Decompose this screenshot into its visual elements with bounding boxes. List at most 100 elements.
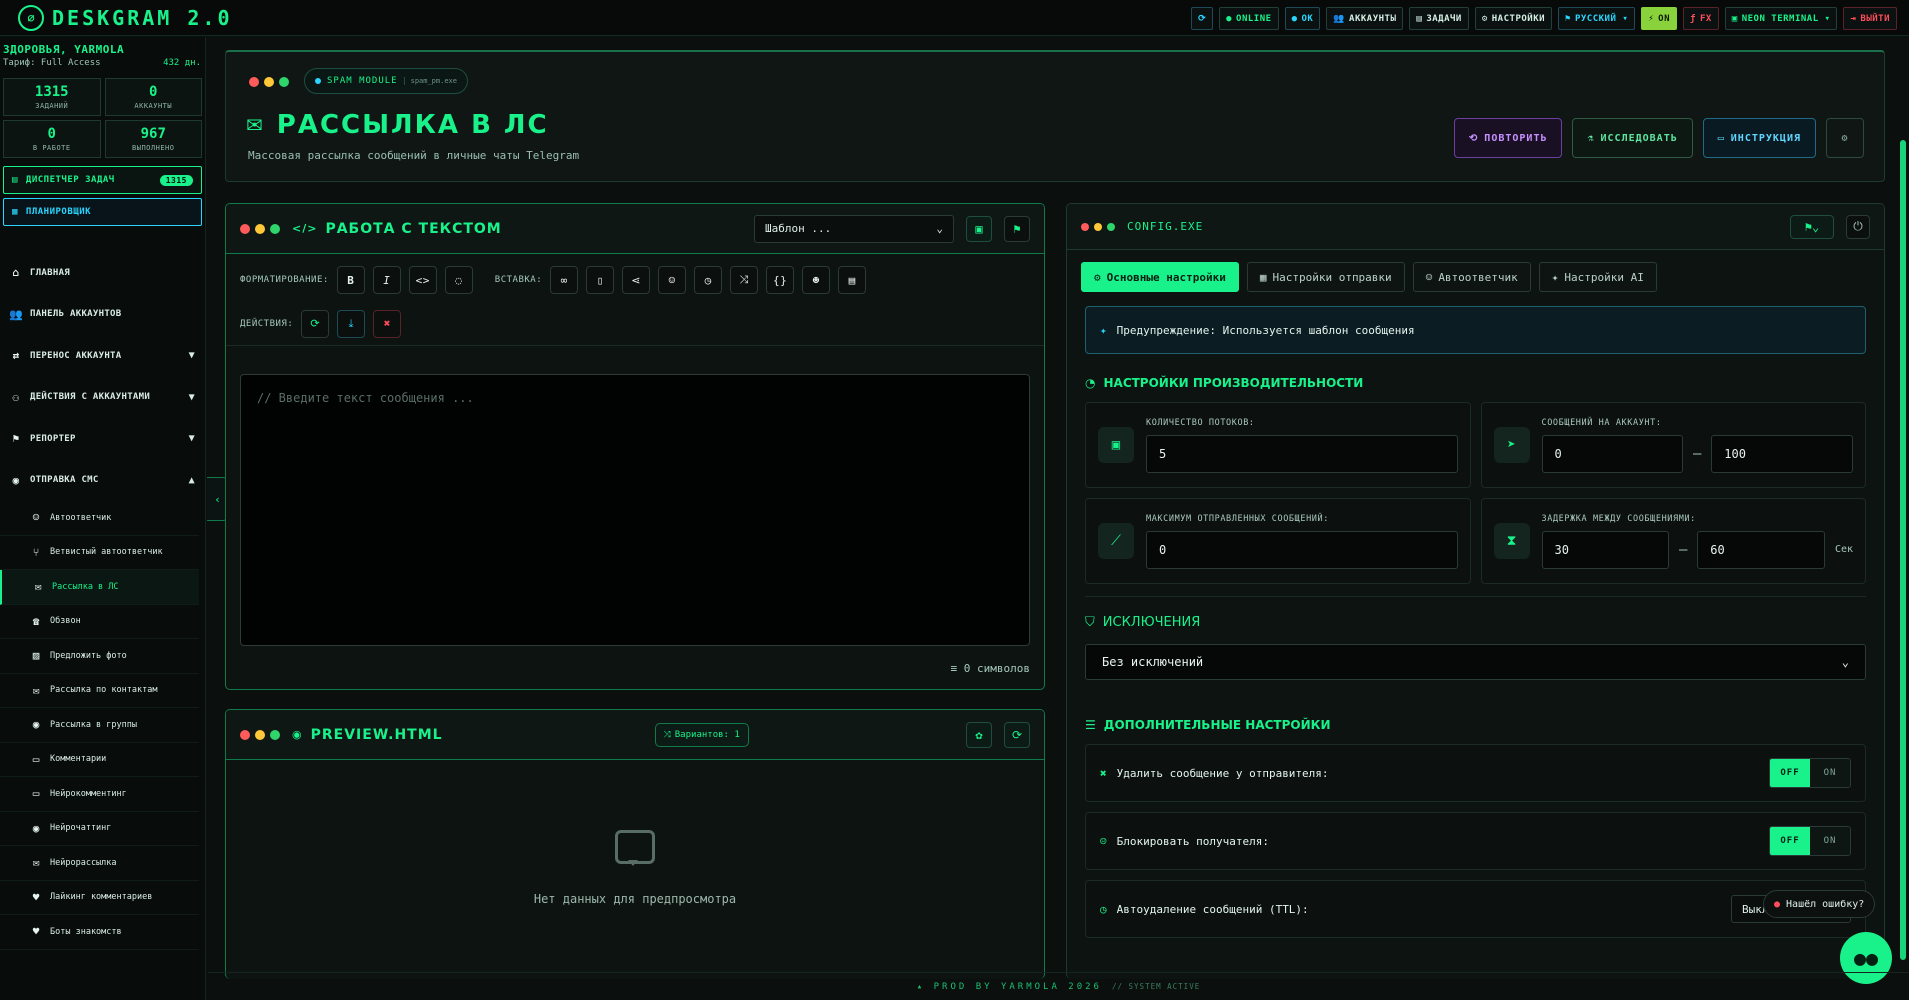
submenu-item-12[interactable]: ♥ Боты знакомств (0, 915, 199, 950)
submenu-item-0[interactable]: ☺ Автоответчик (0, 501, 199, 536)
toggle-off[interactable]: OFF (1770, 759, 1810, 787)
topnav-item-7[interactable]: ⚡ ON (1641, 7, 1678, 30)
toggle-off[interactable]: OFF (1770, 827, 1810, 855)
spoiler-button[interactable]: ◌ (444, 266, 473, 294)
minimize-light-icon[interactable] (255, 729, 265, 740)
close-light-icon[interactable] (240, 729, 250, 740)
sidebar-item-3[interactable]: ⚇ ДЕЙСТВИЯ С АККАУНТАМИ ▼ (0, 377, 205, 419)
topnav-item-0[interactable]: ⟳ (1191, 7, 1214, 30)
topnav-item-2[interactable]: ● OK (1284, 7, 1321, 30)
max-sent-input[interactable]: 0 (1146, 530, 1458, 569)
sidebar-item-4[interactable]: ⚑ РЕПОРТЕР ▼ (0, 418, 205, 460)
random-button[interactable]: ⤨ (730, 266, 759, 294)
maximize-light-icon[interactable] (279, 77, 289, 87)
warning-text: Предупреждение: Используется шаблон сооб… (1116, 323, 1415, 337)
status-dot-icon (315, 78, 321, 84)
topnav-item-6[interactable]: ⚑ РУССКИЙ ▾ (1558, 7, 1636, 30)
submenu-item-1[interactable]: ⑂ Ветвистый автоответчик (0, 536, 199, 570)
submenu-item-2[interactable]: ✉ Рассылка в ЛС (0, 570, 199, 605)
config-reset-button[interactable]: ⏻ (1846, 214, 1870, 239)
clear-button[interactable]: ✖ (373, 309, 402, 338)
maximize-light-icon[interactable] (270, 223, 280, 234)
submenu-item-8[interactable]: ▭ Нейрокомментинг (0, 777, 199, 812)
topnav-item-3[interactable]: 👥 АККАУНТЫ (1326, 7, 1404, 30)
minimize-light-icon[interactable] (1094, 222, 1102, 231)
exclusions-select[interactable]: Без исключений ⌄ (1085, 644, 1866, 680)
task-dispatcher-button[interactable]: ▤ ДИСПЕТЧЕР ЗАДАЧ 1315 (3, 166, 202, 194)
message-textarea[interactable]: // Введите текст сообщения ... (240, 374, 1030, 646)
users-icon: 👥 (1333, 13, 1346, 24)
sidebar-item-1[interactable]: 👥 ПАНЕЛЬ АККАУНТОВ (0, 294, 205, 336)
tab-send-settings[interactable]: ▦ Настройки отправки (1246, 262, 1405, 292)
tab-main-settings[interactable]: ⚙ Основные настройки (1081, 262, 1239, 292)
page-scrollbar[interactable] (1900, 140, 1906, 960)
variable-button[interactable]: {} (766, 266, 795, 294)
module-file: spam_pm.exe (403, 77, 457, 85)
topnav-item-1[interactable]: ● ONLINE (1219, 7, 1279, 30)
link-button[interactable]: ∞ (550, 266, 579, 294)
rotate-button[interactable]: ⟳ (301, 309, 330, 338)
toggle-on[interactable]: ON (1810, 827, 1850, 855)
topnav-item-9[interactable]: ▣ NEON TERMINAL ▾ (1724, 7, 1838, 30)
sidebar-item-0[interactable]: ⌂ ГЛАВНАЯ (0, 252, 205, 294)
delete-sender-toggle[interactable]: OFF ON (1769, 758, 1851, 788)
top-bar: ⌀ DESKGRAM 2.0 ⟳ ● ONLINE ● OK 👥 АККАУНТЫ ▤ ЗАДА… (0, 0, 1909, 36)
close-light-icon[interactable] (240, 223, 250, 234)
repeat-button[interactable]: ⟲ ПОВТОРИТЬ (1453, 118, 1563, 158)
scheduler-button[interactable]: ▦ ПЛАНИРОВЩИК (3, 198, 202, 226)
topnav-item-8[interactable]: ƒ FX (1683, 7, 1719, 30)
bot-button[interactable]: ☺ (658, 266, 687, 294)
maximize-light-icon[interactable] (270, 729, 280, 740)
theme-preview-button[interactable]: ✿ (966, 721, 992, 748)
italic-button[interactable]: I (372, 266, 401, 294)
submenu-item-4[interactable]: ▨ Предложить фото (0, 639, 199, 674)
bold-button[interactable]: B (336, 266, 365, 294)
topnav-item-4[interactable]: ▤ ЗАДАЧИ (1409, 7, 1469, 30)
tab-autoresponder[interactable]: ☺ Автоответчик (1412, 262, 1531, 292)
threads-input[interactable]: 5 (1146, 434, 1458, 473)
submenu-item-11[interactable]: ♥ Лайкинг комментариев (0, 881, 199, 915)
open-templates-button[interactable]: ▣ (966, 215, 992, 242)
settings-button[interactable]: ⚙ (1826, 118, 1864, 158)
import-button[interactable]: ⤓ (337, 309, 366, 338)
submenu-item-6[interactable]: ◉ Рассылка в группы (0, 708, 199, 743)
delay-max-input[interactable]: 60 (1697, 530, 1825, 569)
submenu-item-5[interactable]: ✉ Рассылка по контактам (0, 674, 199, 708)
maximize-light-icon[interactable] (1107, 222, 1115, 231)
topnav-item-5[interactable]: ⚙ НАСТРОЙКИ (1474, 7, 1553, 30)
app-logo[interactable]: ⌀ DESKGRAM 2.0 (0, 4, 233, 31)
submenu-item-9[interactable]: ◉ Нейрочаттинг (0, 812, 199, 846)
report-bug-button[interactable]: ● Нашёл ошибку? (1763, 890, 1876, 918)
file-button[interactable]: ▯ (586, 266, 615, 294)
submenu-item-3[interactable]: ☎ Обзвон (0, 605, 199, 639)
save-template-button[interactable]: ⚑ (1004, 215, 1030, 242)
emoji-button[interactable]: ☻ (802, 266, 831, 294)
explore-button[interactable]: ⚗ ИССЛЕДОВАТЬ (1572, 118, 1693, 158)
block-recipient-toggle[interactable]: OFF ON (1769, 826, 1851, 856)
share-button[interactable]: ⋖ (622, 266, 651, 294)
card-button[interactable]: ▤ (838, 266, 867, 294)
tab-label: Настройки отправки (1272, 270, 1392, 284)
submenu-item-10[interactable]: ✉ Нейрорассылка (0, 846, 199, 881)
stat-label: АККАУНТЫ (134, 101, 173, 110)
refresh-preview-button[interactable]: ⟳ (1004, 721, 1030, 748)
time-button[interactable]: ◷ (694, 266, 723, 294)
minimize-light-icon[interactable] (264, 77, 274, 87)
per-account-min-input[interactable]: 0 (1541, 434, 1684, 473)
toggle-on[interactable]: ON (1810, 759, 1850, 787)
tab-ai-settings[interactable]: ✦ Настройки AI (1538, 262, 1657, 292)
template-select[interactable]: Шаблон ... ⌄ (754, 214, 954, 243)
sidebar-item-2[interactable]: ⇄ ПЕРЕНОС АККАУНТА ▼ (0, 335, 205, 377)
per-account-max-input[interactable]: 100 (1711, 434, 1853, 473)
config-presets-button[interactable]: ⚑⌄ (1790, 214, 1834, 239)
code-button[interactable]: <> (408, 266, 437, 294)
topnav-item-10[interactable]: ⇥ ВЫЙТИ (1843, 7, 1897, 30)
close-light-icon[interactable] (249, 77, 259, 87)
minimize-light-icon[interactable] (255, 223, 265, 234)
guide-button[interactable]: ▭ ИНСТРУКЦИЯ (1702, 118, 1816, 158)
delay-min-input[interactable]: 30 (1541, 530, 1670, 569)
sidebar-item-5[interactable]: ◉ ОТПРАВКА СМС ▲ (0, 460, 205, 502)
submenu-item-7[interactable]: ▭ Комментарии (0, 743, 199, 777)
stat-in-work: 0В РАБОТЕ (3, 120, 101, 158)
close-light-icon[interactable] (1081, 222, 1089, 231)
